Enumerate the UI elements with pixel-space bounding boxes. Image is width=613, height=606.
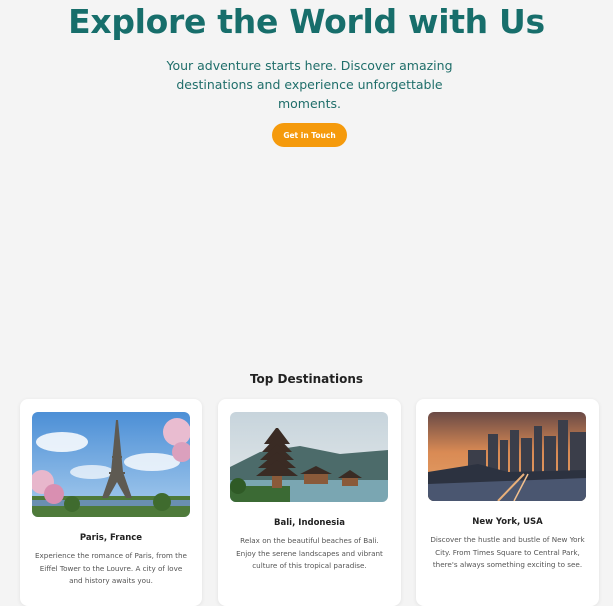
bali-temple-photo <box>230 412 388 502</box>
get-in-touch-button[interactable]: Get in Touch <box>272 123 347 147</box>
new-york-skyline-photo <box>428 412 586 501</box>
top-destinations-heading: Top Destinations <box>249 372 364 386</box>
eiffel-tower-photo <box>32 412 190 517</box>
card-title: New York, USA <box>472 517 543 527</box>
destination-card-paris[interactable]: Paris, France Experience the romance of … <box>20 399 202 606</box>
card-description: Experience the romance of Paris, from th… <box>35 551 187 586</box>
card-description: Discover the hustle and bustle of New Yo… <box>430 535 585 570</box>
page: Explore the World with Us Your adventure… <box>0 0 613 606</box>
card-description: Relax on the beautiful beaches of Bali. … <box>236 536 383 571</box>
hero-title: Explore the World with Us <box>68 2 545 41</box>
hero-subtitle: Your adventure starts here. Discover ama… <box>166 58 453 111</box>
destination-card-new-york[interactable]: New York, USA Discover the hustle and bu… <box>416 399 599 606</box>
card-title: Paris, France <box>79 533 143 543</box>
card-title: Bali, Indonesia <box>274 518 345 528</box>
destination-card-bali[interactable]: Bali, Indonesia Relax on the beautiful b… <box>218 399 401 606</box>
